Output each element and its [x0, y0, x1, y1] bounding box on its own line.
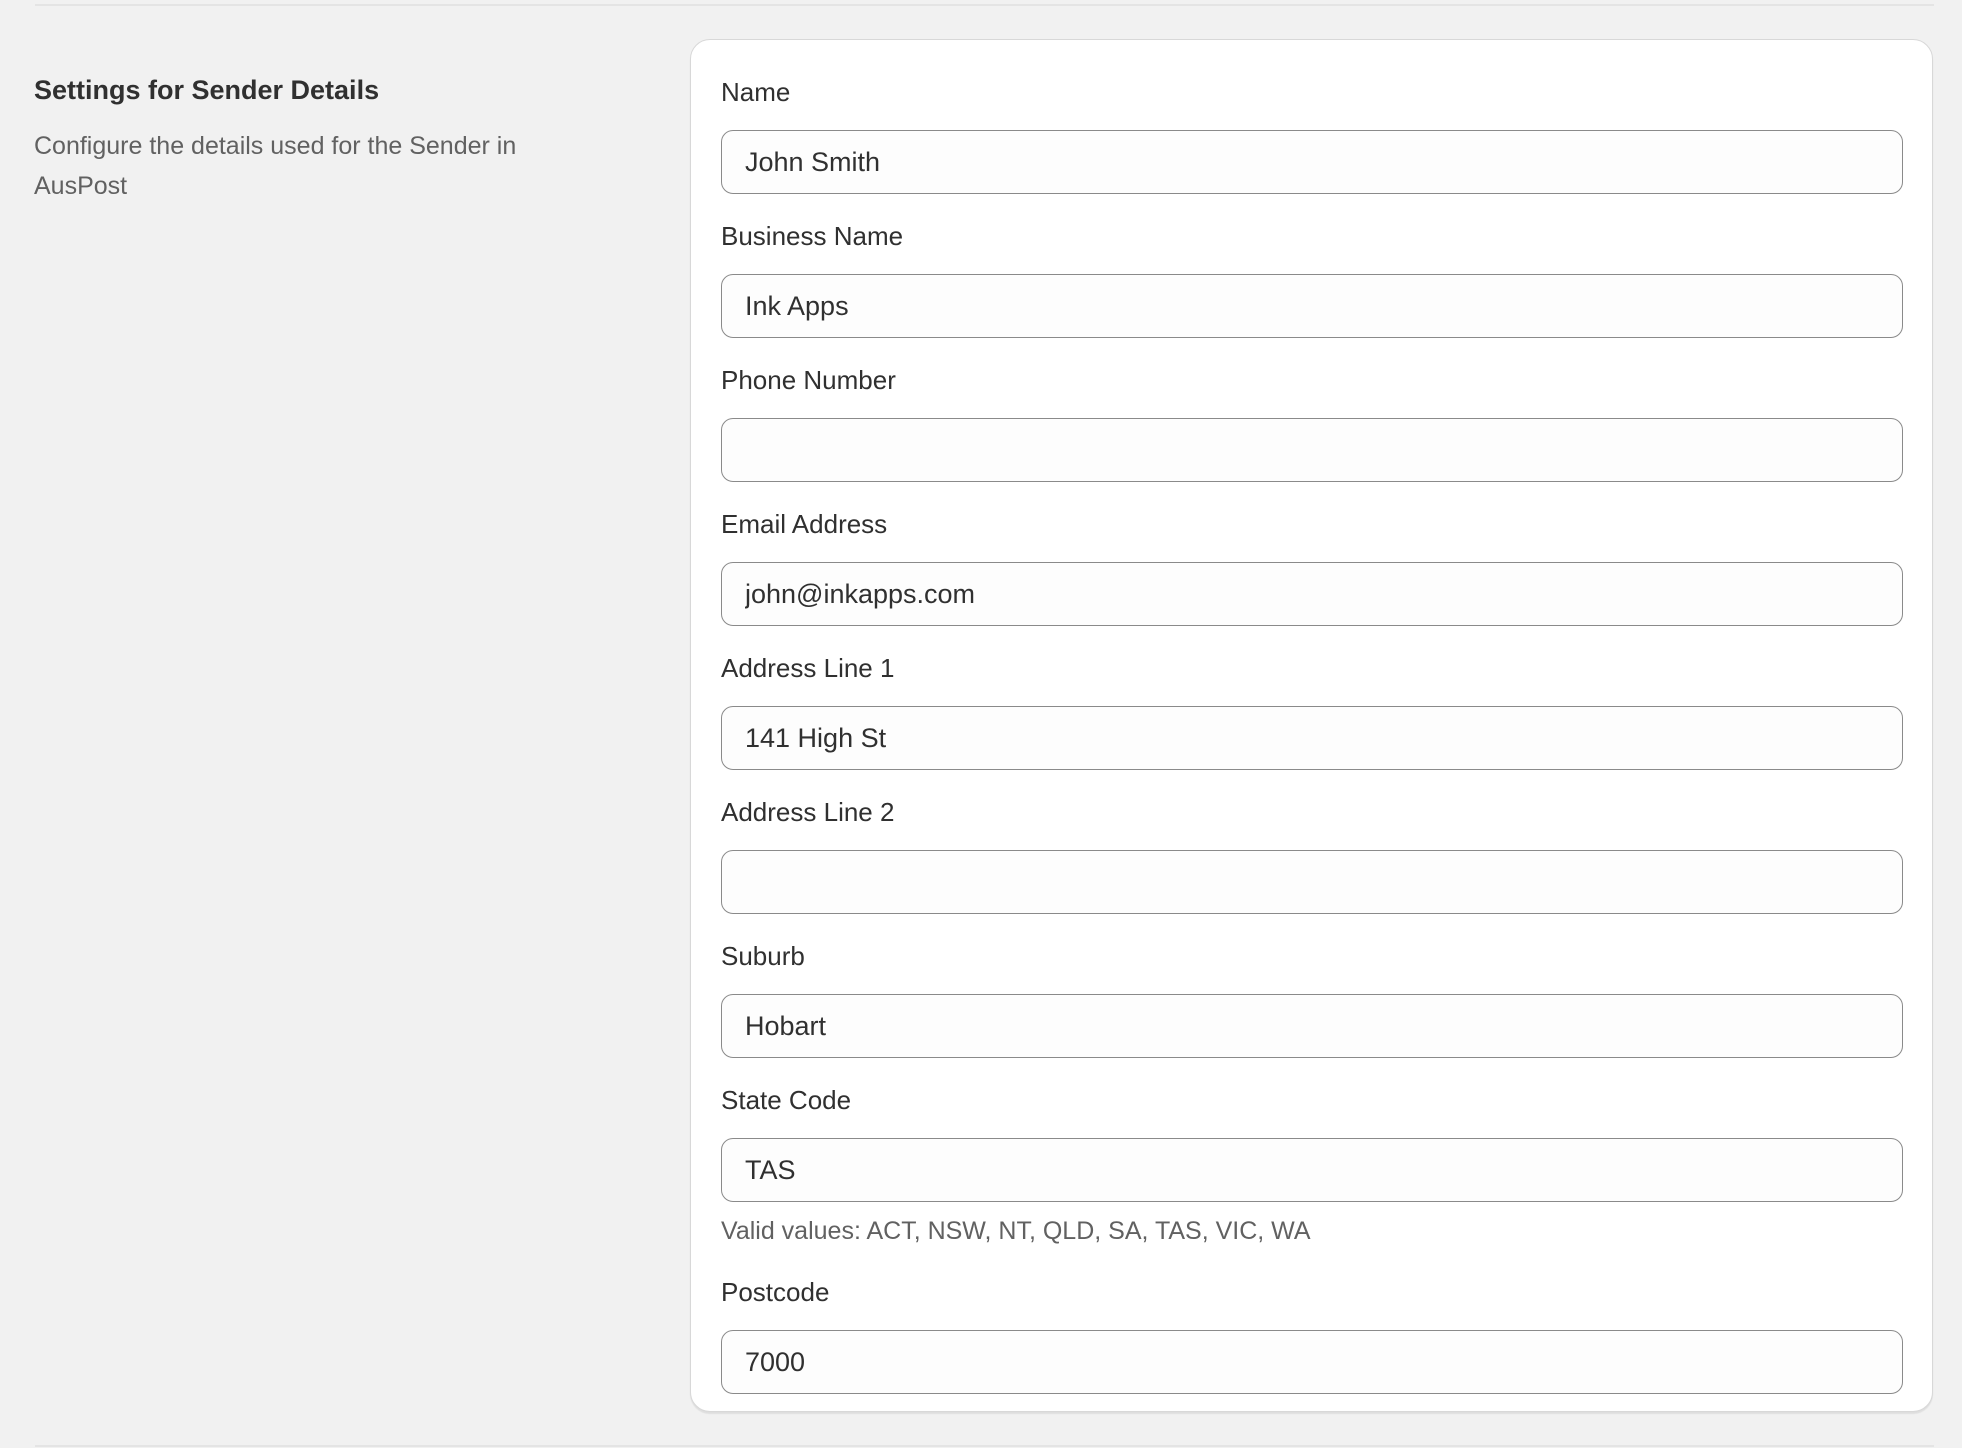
address-line-2-field: Address Line 2: [721, 796, 1903, 940]
phone-number-label: Phone Number: [721, 365, 896, 395]
email-address-field: Email Address: [721, 508, 1903, 652]
top-divider: [35, 4, 1934, 6]
name-label: Name: [721, 77, 791, 107]
section-title: Settings for Sender Details: [34, 75, 380, 105]
business-name-field: Business Name: [721, 220, 1903, 364]
phone-number-input[interactable]: [721, 418, 1903, 482]
business-name-label: Business Name: [721, 221, 904, 251]
sender-details-card: Name Business Name Phone Number Email Ad…: [690, 39, 1933, 1412]
phone-number-field: Phone Number: [721, 364, 1903, 508]
section-info: Settings for Sender Details Configure th…: [34, 72, 634, 206]
suburb-label: Suburb: [721, 941, 805, 971]
postcode-label: Postcode: [721, 1277, 830, 1307]
address-line-2-label: Address Line 2: [721, 797, 895, 827]
name-input[interactable]: [721, 130, 1903, 194]
section-description: Configure the details used for the Sende…: [34, 132, 517, 200]
address-line-2-input[interactable]: [721, 850, 1903, 914]
state-code-field: State Code Valid values: ACT, NSW, NT, Q…: [721, 1084, 1903, 1276]
suburb-input[interactable]: [721, 994, 1903, 1058]
suburb-field: Suburb: [721, 940, 1903, 1084]
name-field: Name: [721, 76, 1903, 220]
state-code-help-text: Valid values: ACT, NSW, NT, QLD, SA, TAS…: [721, 1217, 1311, 1245]
business-name-input[interactable]: [721, 274, 1903, 338]
email-address-input[interactable]: [721, 562, 1903, 626]
state-code-label: State Code: [721, 1085, 852, 1115]
address-line-1-input[interactable]: [721, 706, 1903, 770]
postcode-field: Postcode: [721, 1276, 1903, 1420]
address-line-1-field: Address Line 1: [721, 652, 1903, 796]
email-address-label: Email Address: [721, 509, 888, 539]
bottom-divider: [35, 1445, 1934, 1447]
postcode-input[interactable]: [721, 1330, 1903, 1394]
state-code-input[interactable]: [721, 1138, 1903, 1202]
address-line-1-label: Address Line 1: [721, 653, 895, 683]
